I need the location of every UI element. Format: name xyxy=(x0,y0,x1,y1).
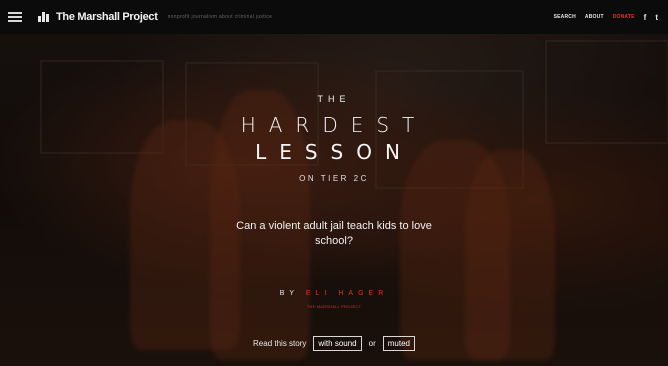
site-tagline: nonprofit journalism about criminal just… xyxy=(167,14,273,20)
nav-search-link[interactable]: SEARCH xyxy=(554,14,576,20)
byline-organization: THE MARSHALL PROJECT xyxy=(306,304,362,309)
story-dek: Can a violent adult jail teach kids to l… xyxy=(236,220,432,247)
twitter-icon[interactable]: t xyxy=(655,13,658,22)
header-nav: SEARCH ABOUT DONATE f t xyxy=(554,0,658,34)
with-sound-button[interactable]: with sound xyxy=(313,336,362,351)
title-kicker: THE xyxy=(317,94,351,104)
nav-about-link[interactable]: ABOUT xyxy=(585,14,604,20)
or-label: or xyxy=(368,339,376,348)
headline-subtitle: ON TIER 2C xyxy=(299,174,369,183)
author-name[interactable]: ELI HAGER xyxy=(306,290,388,297)
brand-name: The Marshall Project xyxy=(56,11,158,23)
muted-button[interactable]: muted xyxy=(382,336,415,351)
byline: BY ELI HAGER xyxy=(0,290,668,297)
page: The Marshall Project nonprofit journalis… xyxy=(0,0,668,366)
read-options: Read this story with sound or muted xyxy=(0,336,668,351)
hero-section: THE HARDEST LESSON ON TIER 2C Can a viol… xyxy=(0,34,668,366)
headline-line-1: HARDEST xyxy=(240,113,428,137)
logo-bars-icon xyxy=(38,12,52,22)
facebook-icon[interactable]: f xyxy=(644,13,647,22)
hamburger-menu-icon[interactable] xyxy=(8,12,22,22)
headline-line-2: LESSON xyxy=(255,140,413,164)
top-navigation-bar: The Marshall Project nonprofit journalis… xyxy=(0,0,668,34)
byline-prefix: BY xyxy=(279,290,299,297)
nav-donate-link[interactable]: DONATE xyxy=(613,14,635,20)
read-prompt: Read this story xyxy=(253,339,307,348)
site-logo[interactable]: The Marshall Project xyxy=(38,11,158,23)
